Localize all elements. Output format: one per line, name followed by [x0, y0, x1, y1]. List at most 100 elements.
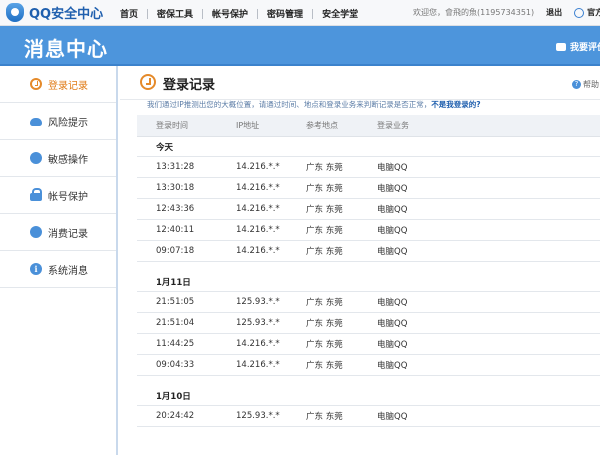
cell-location: 广东 东莞	[306, 247, 343, 257]
clock-icon	[140, 74, 156, 90]
table-header: 登录时间 IP地址 参考地点 登录业务	[137, 115, 600, 137]
cell-location: 广东 东莞	[306, 298, 343, 308]
welcome-text: 欢迎您，	[413, 8, 445, 17]
sidebar-item-system-messages[interactable]: i 系统消息	[0, 251, 116, 288]
cell-login-service: 电脑QQ	[377, 247, 408, 257]
table-row: 09:04:33 14.216.*.* 广东 东莞 电脑QQ	[137, 355, 600, 376]
main-nav: 首页 密保工具 帐号保护 密码管理 安全学堂	[120, 7, 358, 20]
username: 會飛的魚(1195734351)	[445, 8, 535, 17]
date-group-label: 1月10日	[137, 386, 600, 406]
cell-location: 广东 东莞	[306, 205, 343, 215]
sidebar-item-label: 登录记录	[48, 80, 88, 92]
cell-login-time: 13:31:28	[156, 162, 195, 172]
logout-link[interactable]: 退出	[546, 7, 562, 18]
description-text: 我们通过IP推测出您的大概位置，请通过时间、地点和登录业务来判断记录是否正常，不…	[147, 99, 481, 110]
date-group-label: 1月11日	[137, 272, 600, 292]
wallet-icon	[30, 226, 42, 238]
table-row: 21:51:05 125.93.*.* 广东 东莞 电脑QQ	[137, 292, 600, 313]
table-row: 12:43:36 14.216.*.* 广东 东莞 电脑QQ	[137, 199, 600, 220]
sidebar-item-label: 系统消息	[48, 265, 88, 277]
sidebar-item-label: 风险提示	[48, 117, 88, 129]
cell-ip-address: 14.216.*.*	[236, 183, 280, 193]
shield-logo-icon	[6, 3, 24, 22]
description: 我们通过IP推测出您的大概位置，请通过时间、地点和登录业务来判断记录是否正常，	[147, 100, 432, 109]
table-row: 13:30:18 14.216.*.* 广东 东莞 电脑QQ	[137, 178, 600, 199]
cell-login-service: 电脑QQ	[377, 298, 408, 308]
table-row: 09:07:18 14.216.*.* 广东 东莞 电脑QQ	[137, 241, 600, 262]
nav-divider	[257, 8, 259, 19]
cell-ip-address: 125.93.*.*	[236, 318, 280, 328]
cloud-icon	[30, 118, 42, 126]
cell-location: 广东 东莞	[306, 184, 343, 194]
help-link[interactable]: ? 帮助	[572, 79, 599, 90]
cell-location: 广东 东莞	[306, 163, 343, 173]
cell-login-service: 电脑QQ	[377, 184, 408, 194]
table-row: 11:44:25 14.216.*.* 广东 东莞 电脑QQ	[137, 334, 600, 355]
cell-login-time: 12:43:36	[156, 204, 195, 214]
feedback-button[interactable]: 我要评价	[556, 40, 600, 53]
cell-login-service: 电脑QQ	[377, 361, 408, 371]
cell-ip-address: 14.216.*.*	[236, 339, 280, 349]
table-body: 今天 13:31:28 14.216.*.* 广东 东莞 电脑QQ 13:30:18 14.…	[137, 137, 600, 427]
info-icon: i	[30, 263, 42, 275]
cell-ip-address: 14.216.*.*	[236, 360, 280, 370]
nav-security-school[interactable]: 安全学堂	[322, 7, 358, 20]
question-icon: ?	[572, 80, 581, 89]
sidebar-item-sensitive-ops[interactable]: 敏感操作	[0, 140, 116, 177]
power-icon	[574, 7, 585, 18]
cell-login-time: 09:07:18	[156, 246, 195, 256]
cell-login-service: 电脑QQ	[377, 163, 408, 173]
lock-icon	[30, 188, 42, 201]
cell-location: 广东 东莞	[306, 412, 343, 422]
nav-password-management[interactable]: 密码管理	[267, 7, 303, 20]
nav-divider	[202, 8, 204, 19]
feedback-label: 我要评价	[570, 43, 600, 53]
cell-login-service: 电脑QQ	[377, 319, 408, 329]
table-row: 12:40:11 14.216.*.* 广东 东莞 电脑QQ	[137, 220, 600, 241]
cell-ip-address: 14.216.*.*	[236, 225, 280, 235]
cell-login-time: 21:51:05	[156, 297, 195, 307]
cell-login-time: 20:24:42	[156, 411, 195, 421]
not-my-login-link[interactable]: 不是我登录的?	[431, 100, 480, 109]
cell-login-time: 21:51:04	[156, 318, 195, 328]
cell-login-time: 12:40:11	[156, 225, 195, 235]
cell-ip-address: 125.93.*.*	[236, 297, 280, 307]
sidebar-item-label: 帐号保护	[48, 191, 88, 203]
page-header: 消息中心 我要评价	[0, 26, 600, 66]
cell-ip-address: 14.216.*.*	[236, 162, 280, 172]
cell-login-service: 电脑QQ	[377, 205, 408, 215]
header-location: 参考地点	[306, 121, 338, 130]
sidebar-item-risk-alerts[interactable]: 风险提示	[0, 103, 116, 140]
nav-security-tools[interactable]: 密保工具	[157, 7, 193, 20]
cell-login-time: 09:04:33	[156, 360, 195, 370]
cell-location: 广东 东莞	[306, 361, 343, 371]
top-nav-bar: QQ安全中心 首页 密保工具 帐号保护 密码管理 安全学堂 欢迎您， 會飛的魚(…	[0, 0, 600, 26]
section-header: 登录记录 ? 帮助	[120, 66, 600, 100]
nav-divider	[312, 8, 314, 19]
user-box: 欢迎您， 會飛的魚(1195734351) 退出 官方订	[413, 7, 600, 18]
cell-location: 广东 东莞	[306, 226, 343, 236]
official-subscribe-link[interactable]: 官方订	[574, 7, 600, 18]
qq-security-logo[interactable]: QQ安全中心	[6, 3, 103, 22]
help-label: 帮助	[583, 80, 599, 89]
sidebar: 登录记录 风险提示 敏感操作 帐号保护 消费记录 i 系统消息	[0, 66, 118, 455]
table-row: 21:51:04 125.93.*.* 广东 东莞 电脑QQ	[137, 313, 600, 334]
cell-login-service: 电脑QQ	[377, 412, 408, 422]
sidebar-item-login-records[interactable]: 登录记录	[0, 66, 116, 103]
page-title: 消息中心	[24, 37, 108, 61]
table-row: 20:24:42 125.93.*.* 广东 东莞 电脑QQ	[137, 406, 600, 427]
main-content: 登录记录 ? 帮助 我们通过IP推测出您的大概位置，请通过时间、地点和登录业务来…	[120, 66, 600, 455]
cell-login-time: 13:30:18	[156, 183, 195, 193]
sidebar-item-label: 消费记录	[48, 228, 88, 240]
cell-login-time: 11:44:25	[156, 339, 195, 349]
cell-ip-address: 125.93.*.*	[236, 411, 280, 421]
nav-account-protection[interactable]: 帐号保护	[212, 7, 248, 20]
sidebar-item-account-protection[interactable]: 帐号保护	[0, 177, 116, 214]
nav-home[interactable]: 首页	[120, 7, 138, 20]
table-row: 13:31:28 14.216.*.* 广东 东莞 电脑QQ	[137, 157, 600, 178]
smile-icon	[30, 152, 42, 164]
sidebar-item-consumption-records[interactable]: 消费记录	[0, 214, 116, 251]
header-login-service: 登录业务	[377, 121, 409, 130]
cell-ip-address: 14.216.*.*	[236, 204, 280, 214]
